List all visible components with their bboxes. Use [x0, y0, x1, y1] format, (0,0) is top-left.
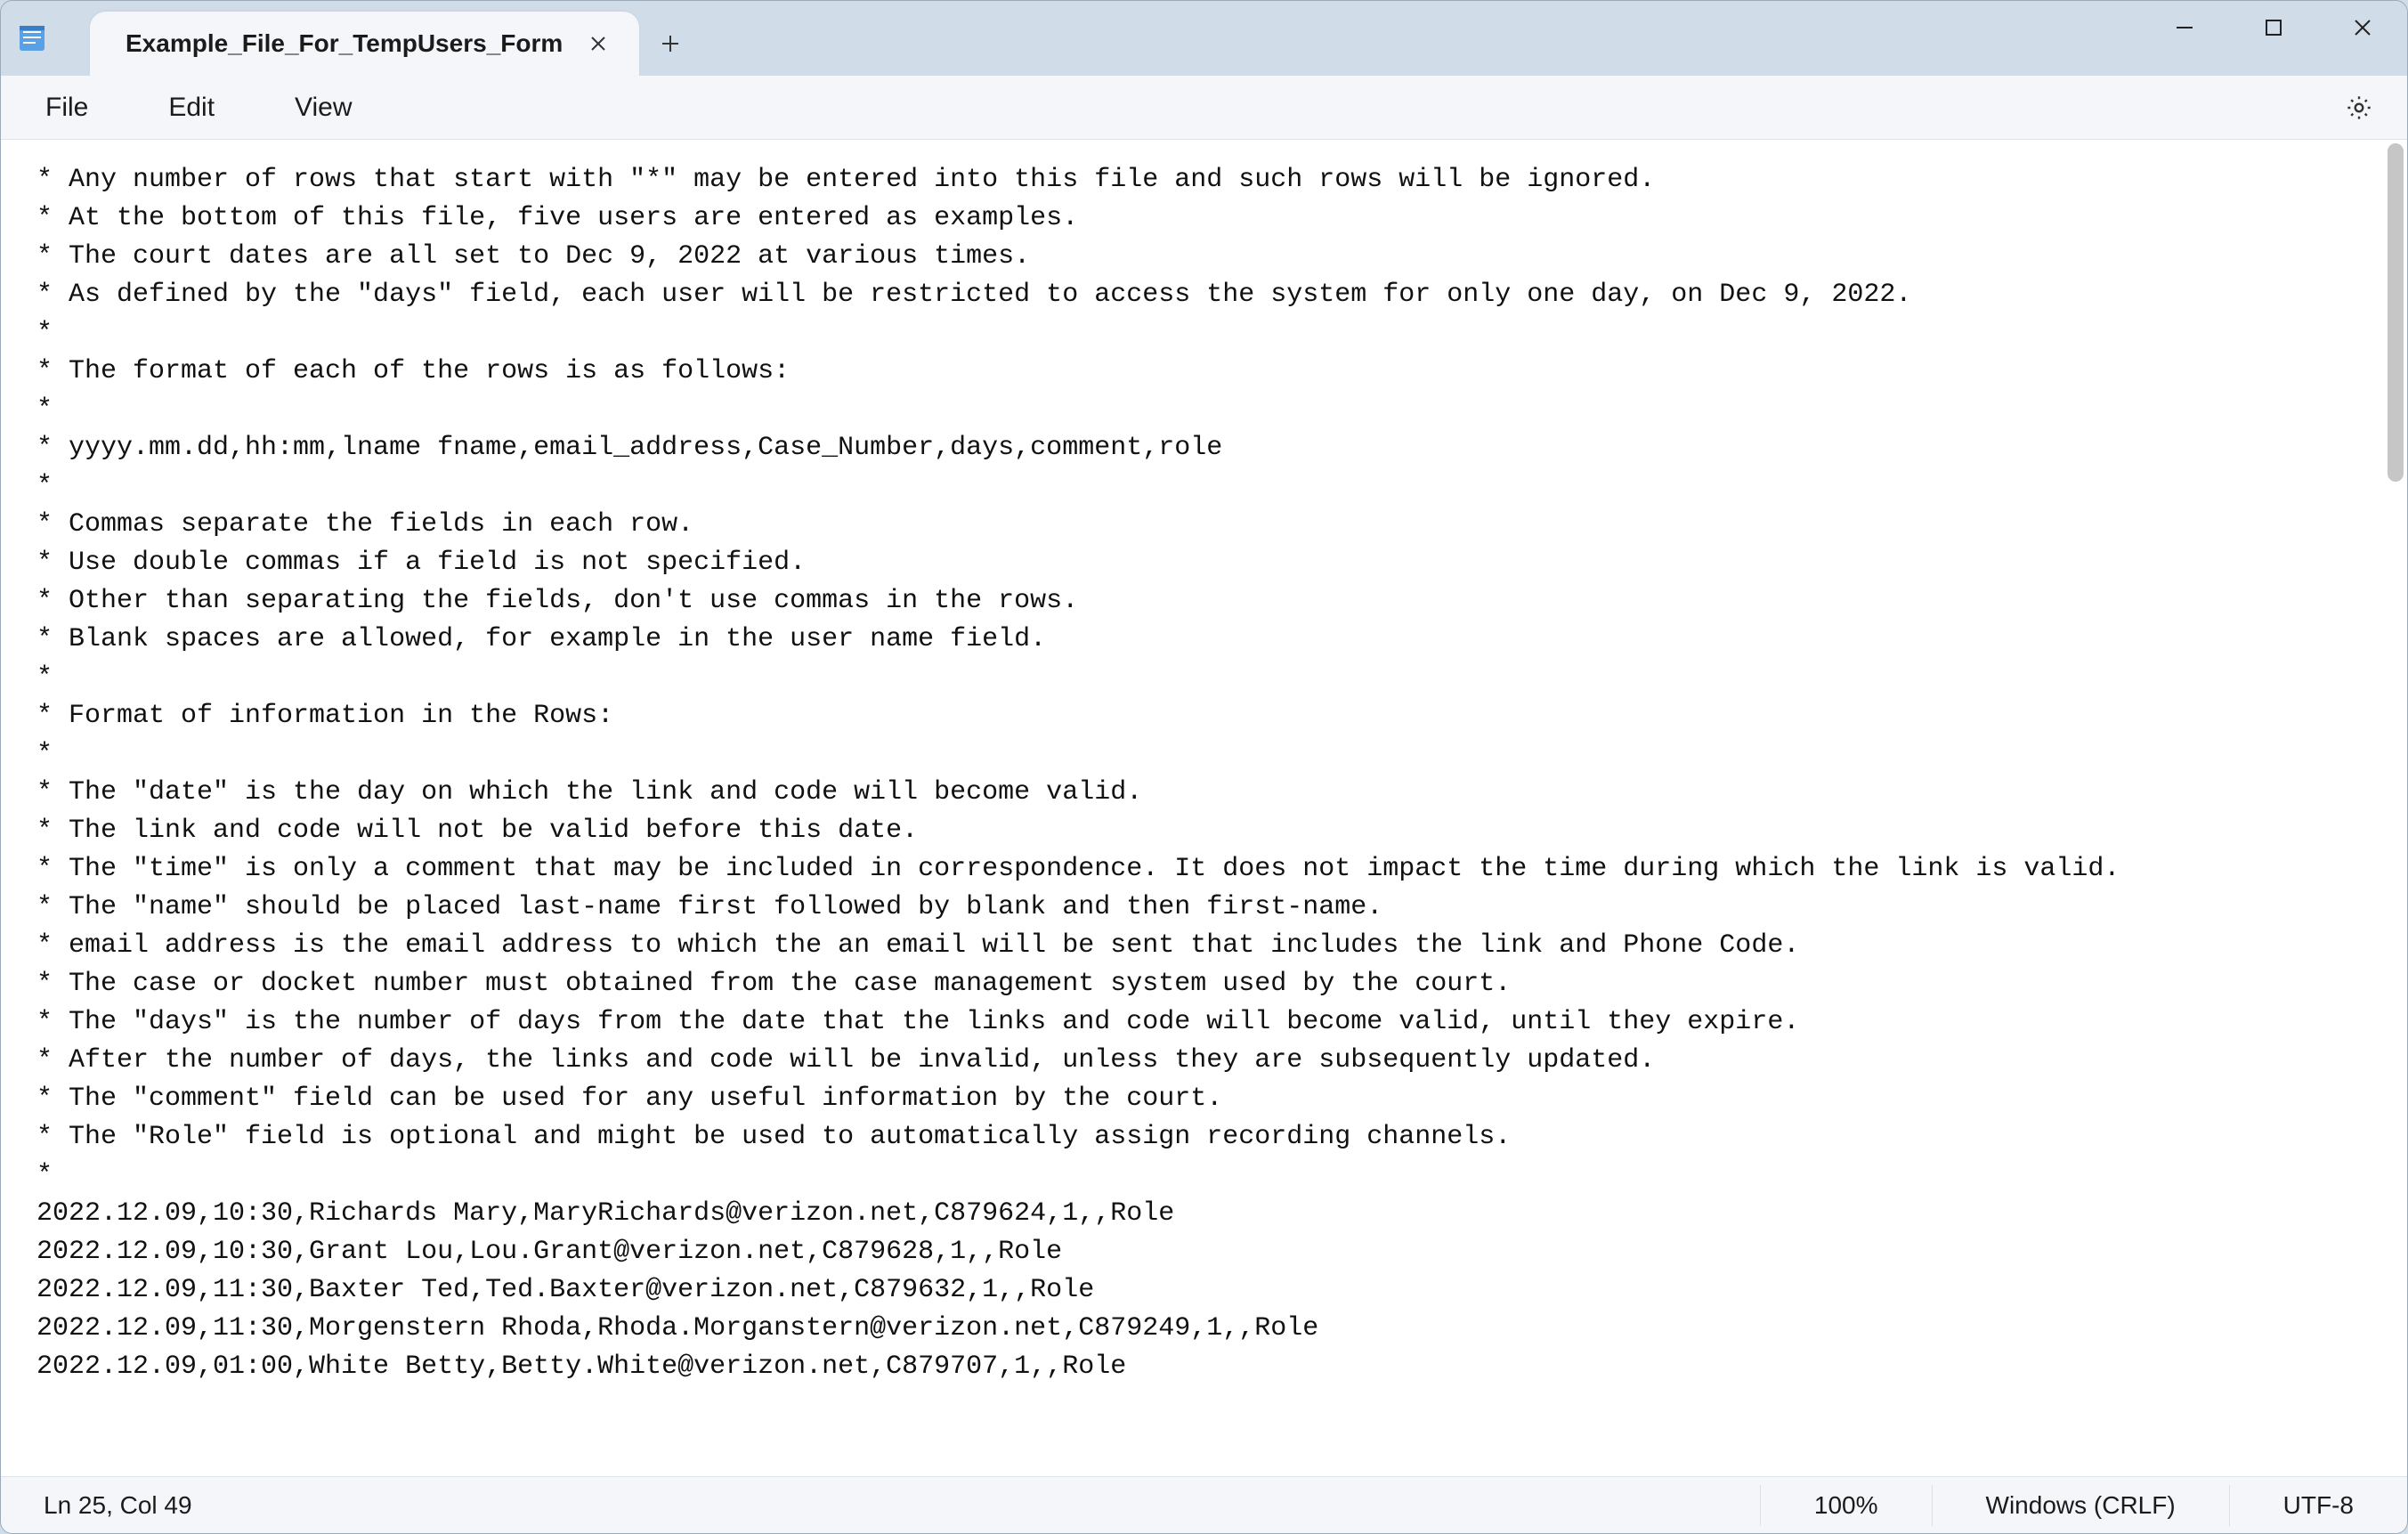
text-editor[interactable]: * Any number of rows that start with "*"… [1, 140, 2407, 1476]
vertical-scrollbar[interactable] [2388, 143, 2404, 482]
minimize-button[interactable] [2140, 1, 2229, 54]
menubar: File Edit View [1, 76, 2407, 140]
menu-file[interactable]: File [22, 84, 111, 132]
window-controls [2140, 1, 2407, 54]
close-tab-icon[interactable] [580, 26, 616, 61]
status-line-ending[interactable]: Windows (CRLF) [1932, 1485, 2229, 1526]
editor-area: * Any number of rows that start with "*"… [1, 140, 2407, 1476]
menu-edit[interactable]: Edit [145, 84, 238, 132]
notepad-window: Example_File_For_TempUsers_Form File Edi… [0, 0, 2408, 1534]
notepad-app-icon [1, 1, 63, 76]
status-zoom[interactable]: 100% [1760, 1485, 1932, 1526]
new-tab-button[interactable] [639, 12, 701, 76]
maximize-button[interactable] [2229, 1, 2318, 54]
tab-active[interactable]: Example_File_For_TempUsers_Form [90, 12, 639, 76]
tab-title: Example_File_For_TempUsers_Form [126, 29, 563, 58]
titlebar: Example_File_For_TempUsers_Form [1, 1, 2407, 76]
statusbar: Ln 25, Col 49 100% Windows (CRLF) UTF-8 [1, 1476, 2407, 1533]
status-encoding[interactable]: UTF-8 [2229, 1485, 2407, 1526]
menu-view[interactable]: View [272, 84, 375, 132]
tab-strip: Example_File_For_TempUsers_Form [63, 1, 701, 76]
settings-button[interactable] [2332, 81, 2386, 134]
close-window-button[interactable] [2318, 1, 2407, 54]
status-cursor: Ln 25, Col 49 [1, 1491, 1760, 1520]
